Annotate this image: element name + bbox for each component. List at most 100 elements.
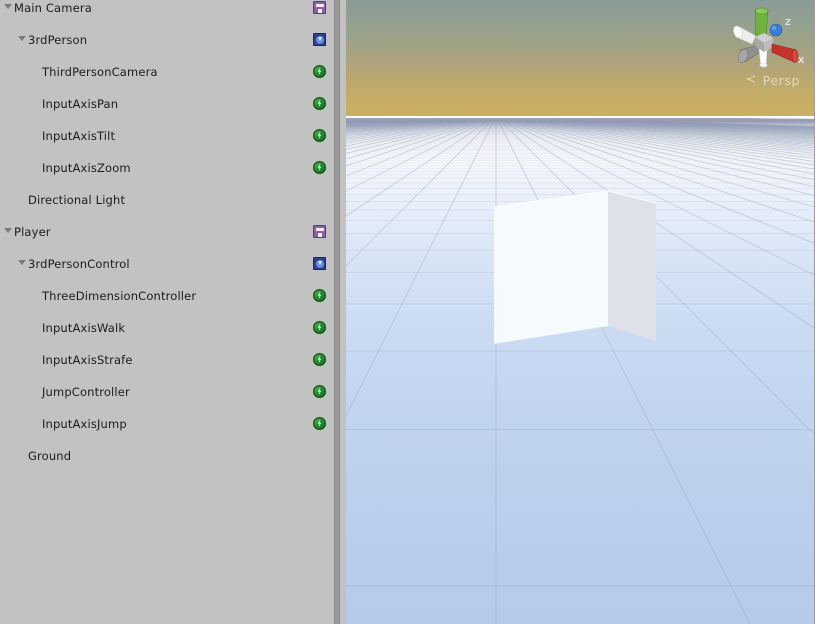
hierarchy-tree[interactable]: Main Camera 3rdPerson ThirdPersonCamera Inp… [0,0,327,463]
grid-line-depth [553,119,814,137]
grid-line-depth [346,119,466,135]
gizmo-axis-x[interactable] [771,43,799,63]
grid-line-depth [346,119,417,124]
grid-line-depth [599,119,814,128]
grid-line-depth [526,119,814,154]
gizmo-axis-y[interactable] [754,7,769,39]
hierarchy-item-label: Ground [28,449,72,463]
grid-line-depth [346,119,489,192]
hierarchy-panel[interactable]: Main Camera 3rdPerson ThirdPersonCamera Inp… [0,0,327,624]
grid-line-depth [346,119,473,140]
grid-line-depth [584,119,814,130]
hierarchy-row[interactable]: InputAxisStrafe [0,352,327,368]
grid-line-depth [557,119,814,136]
prefab-root-icon-glyph [313,225,326,238]
grid-line-depth [346,119,486,167]
grid-line-depth [604,119,814,127]
grid-line-depth [346,119,392,122]
hierarchy-row[interactable]: Ground [0,448,327,464]
hierarchy-row[interactable]: ThreeDimensionController [0,288,327,304]
grid-line-depth [577,119,814,131]
grid-line-depth [524,119,814,157]
grid-line-depth [548,119,814,139]
grid-line-depth [514,119,814,180]
grid-line-depth [593,119,814,129]
script-icon-glyph [313,129,326,142]
grid-line-depth [346,119,433,125]
grid-line-depth [515,119,814,175]
prefab-root-icon [313,225,327,239]
hierarchy-row[interactable]: InputAxisWalk [0,320,327,336]
grid-line-depth [346,119,419,124]
hierarchy-row[interactable]: InputAxisPan [0,96,327,112]
grid-line-depth [346,119,435,126]
grid-line-depth [346,119,471,138]
grid-line-depth [528,119,814,152]
hierarchy-item-label: ThreeDimensionController [42,289,197,303]
grid-line-depth [346,119,403,123]
grid-line-depth [346,119,404,123]
grid-line-depth [346,119,453,129]
hierarchy-item-label: Directional Light [28,193,126,207]
grid-line-depth [346,119,457,131]
grid-line-depth [510,119,814,196]
grid-line-depth [501,119,814,329]
scene-grid [346,117,814,624]
grid-line-depth [602,119,814,128]
gizmo-axis-neg-x[interactable] [736,44,761,64]
projection-mode-label[interactable]: Persp [763,73,800,88]
grid-line-depth [346,119,431,125]
hierarchy-row[interactable]: InputAxisZoom [0,160,327,176]
grid-line-depth [346,119,462,133]
script-icon [313,353,327,367]
grid-line-depth [521,119,814,162]
grid-line-depth [346,119,397,122]
foldout-triangle-icon[interactable] [16,256,27,272]
script-icon [313,97,327,111]
grid-line-depth [346,119,480,150]
script-icon [313,321,327,335]
hierarchy-row[interactable]: Player [0,224,327,240]
grid-line-depth [597,119,814,128]
grid-line-depth [512,119,814,188]
hierarchy-scrollbar[interactable] [327,0,346,624]
grid-line-depth [346,119,437,126]
grid-line-depth [346,119,413,123]
hierarchy-row[interactable]: ThirdPersonCamera [0,64,327,80]
script-icon [313,385,327,399]
grid-line-depth [580,119,814,130]
grid-line-depth [346,119,484,160]
scrollbar-track[interactable] [334,0,340,624]
hierarchy-row[interactable]: JumpController [0,384,327,400]
hierarchy-row[interactable]: 3rdPersonControl [0,256,327,272]
scene-view[interactable]: z x ≺ Persp [346,0,815,624]
projection-toggle-arrow-icon[interactable]: ≺ [746,72,756,86]
prefab-variant-icon [313,33,327,47]
gizmo-axis-neg-z[interactable] [732,25,757,45]
hierarchy-row[interactable]: 3rdPerson [0,32,327,48]
grid-line-depth [346,119,412,123]
hierarchy-row[interactable]: Directional Light [0,192,327,208]
grid-line-depth [346,119,464,134]
grid-line-depth [550,119,814,138]
script-icon-glyph [313,321,326,334]
hierarchy-row[interactable]: InputAxisTilt [0,128,327,144]
foldout-triangle-icon[interactable] [2,224,13,240]
grid-line-depth [346,119,468,136]
hierarchy-item-label: InputAxisPan [42,97,119,111]
gizmo-axis-z[interactable] [769,23,783,37]
grid-line-depth [582,119,814,130]
grid-line-depth [346,119,444,127]
script-icon [313,161,327,175]
grid-line-depth [346,119,442,127]
hierarchy-row[interactable]: Main Camera [0,0,327,16]
foldout-triangle-icon[interactable] [16,32,27,48]
grid-line-depth [346,119,399,122]
grid-line-depth [564,119,814,134]
prefab-variant-icon-glyph [313,257,326,270]
grid-line-depth [561,119,814,135]
gizmo-label-z: z [785,15,791,28]
foldout-triangle-icon[interactable] [2,0,13,16]
grid-line-depth [562,119,814,134]
hierarchy-row[interactable]: InputAxisJump [0,416,327,432]
